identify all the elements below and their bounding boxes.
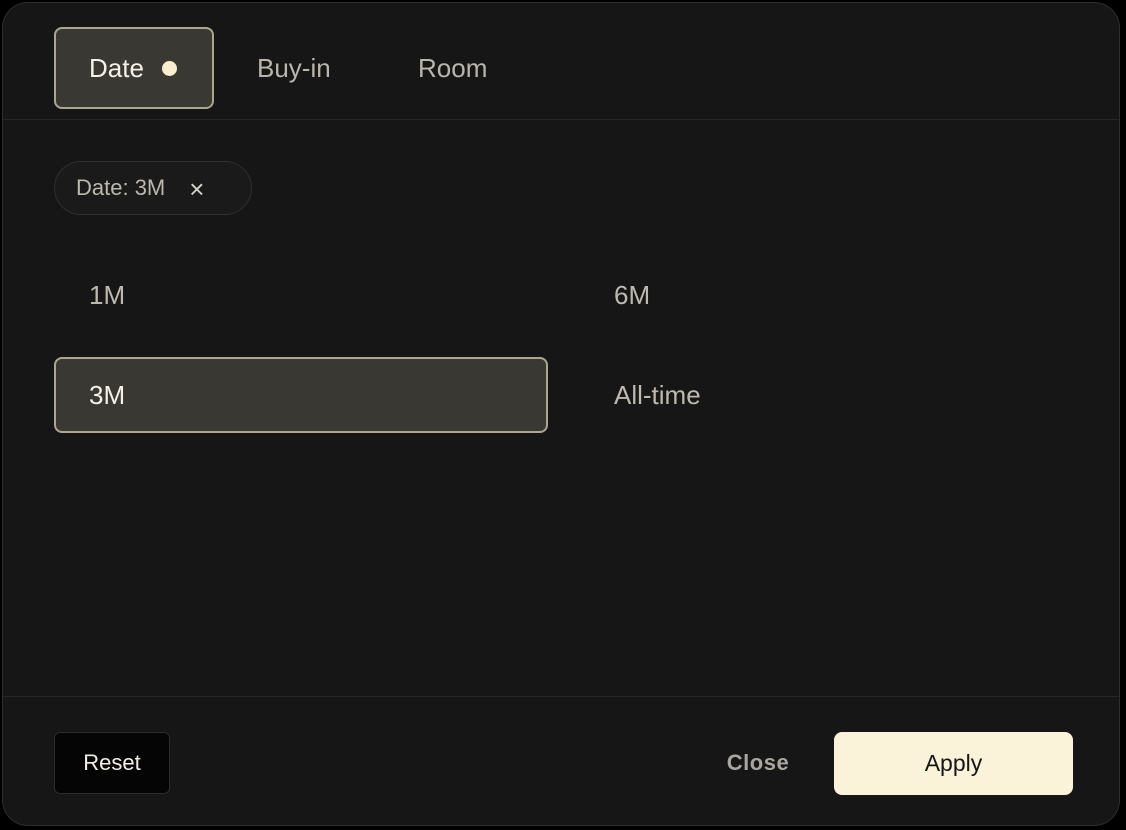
- tab-date-label: Date: [89, 52, 144, 83]
- close-button[interactable]: Close: [703, 732, 813, 794]
- filter-panel: Date Buy-in Room Date: 3M × 1M 6M 3M All…: [2, 2, 1120, 826]
- date-option-6m-label: 6M: [614, 279, 651, 310]
- active-filter-chip-label: Date: 3M: [76, 175, 166, 200]
- tab-date[interactable]: Date: [54, 27, 214, 109]
- tab-buy-in[interactable]: Buy-in: [257, 27, 331, 109]
- reset-button[interactable]: Reset: [54, 732, 170, 794]
- tab-room-label: Room: [418, 52, 488, 83]
- date-option-6m[interactable]: 6M: [579, 257, 1073, 333]
- date-option-3m[interactable]: 3M: [54, 357, 548, 433]
- tab-buy-in-label: Buy-in: [257, 52, 331, 83]
- date-option-3m-label: 3M: [89, 379, 126, 410]
- date-option-all-time[interactable]: All-time: [579, 357, 1073, 433]
- tab-room[interactable]: Room: [418, 27, 487, 109]
- remove-filter-close-icon[interactable]: ×: [189, 176, 204, 202]
- filter-footer: Reset Close Apply: [3, 696, 1119, 825]
- date-option-1m-label: 1M: [89, 279, 126, 310]
- date-option-1m[interactable]: 1M: [54, 257, 548, 333]
- filter-tabs: Date Buy-in Room: [3, 3, 1119, 120]
- active-indicator-dot-icon: [161, 60, 177, 76]
- apply-button[interactable]: Apply: [834, 732, 1073, 795]
- date-option-all-time-label: All-time: [614, 379, 701, 410]
- active-filter-chip: Date: 3M ×: [54, 161, 252, 215]
